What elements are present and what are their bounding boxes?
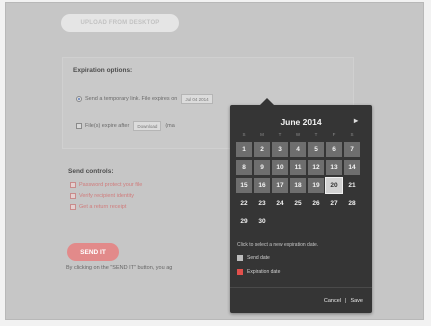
app-window: UPLOAD FROM DESKTOP Expiration options: … — [5, 2, 424, 320]
calendar-day[interactable]: 8 — [236, 160, 252, 175]
weekday-label: M — [260, 132, 264, 137]
expire-after-suffix: (ma — [165, 123, 175, 129]
return-receipt-option[interactable]: Get a return receipt — [70, 204, 126, 210]
cancel-button[interactable]: Cancel — [324, 298, 341, 304]
verify-identity-option[interactable]: Verify recipient identity — [70, 193, 134, 199]
temporary-link-option[interactable]: Send a temporary link. File expires on J… — [76, 94, 213, 104]
calendar-day[interactable]: 16 — [254, 178, 270, 193]
calendar-day[interactable]: 5 — [308, 142, 324, 157]
calendar-day[interactable]: 29 — [236, 214, 252, 229]
weekday-label: T — [278, 132, 282, 137]
download-count-select[interactable]: Download — [133, 121, 162, 131]
picker-footer: Cancel | Save — [324, 298, 363, 304]
calendar-day[interactable]: 20 — [325, 177, 343, 194]
weekday-label: T — [314, 132, 318, 137]
picker-divider — [230, 287, 372, 288]
calendar-day[interactable]: 26 — [308, 196, 324, 211]
picker-helper-text: Click to select a new expiration date. — [237, 242, 319, 248]
calendar-day[interactable]: 24 — [272, 196, 288, 211]
password-protect-label: Password protect your file — [79, 182, 143, 188]
return-receipt-label: Get a return receipt — [79, 204, 127, 210]
calendar-day[interactable]: 19 — [308, 178, 324, 193]
expire-after-label: File(s) expire after — [85, 123, 130, 129]
temporary-link-label: Send a temporary link. File expires on — [85, 96, 178, 102]
calendar-day[interactable]: 18 — [290, 178, 306, 193]
calendar-month-title: June 2014 — [280, 117, 322, 127]
weekday-label: S — [350, 132, 354, 137]
calendar-day[interactable]: 14 — [344, 160, 360, 175]
return-receipt-checkbox[interactable] — [70, 204, 76, 210]
calendar-day[interactable]: 17 — [272, 178, 288, 193]
weekday-label: S — [242, 132, 246, 137]
legend-expiration-date: Expiration date — [237, 269, 280, 275]
calendar-day[interactable]: 21 — [344, 178, 360, 193]
upload-from-desktop-button[interactable]: UPLOAD FROM DESKTOP — [61, 14, 179, 32]
calendar-day[interactable]: 1 — [236, 142, 252, 157]
password-protect-checkbox[interactable] — [70, 182, 76, 188]
expire-after-checkbox[interactable] — [76, 123, 82, 129]
calendar-day[interactable]: 4 — [290, 142, 306, 157]
calendar-day[interactable]: 10 — [272, 160, 288, 175]
legend-send-date: Send date — [237, 255, 270, 261]
save-button[interactable]: Save — [350, 298, 363, 304]
verify-identity-checkbox[interactable] — [70, 193, 76, 199]
send-date-swatch — [237, 255, 243, 261]
calendar-day[interactable]: 9 — [254, 160, 270, 175]
calendar-day[interactable]: 11 — [290, 160, 306, 175]
calendar-day[interactable]: 13 — [326, 160, 342, 175]
calendar-day[interactable]: 12 — [308, 160, 324, 175]
legend-expiration-date-label: Expiration date — [247, 269, 281, 275]
weekday-label: W — [295, 132, 301, 137]
calendar-day[interactable]: 2 — [254, 142, 270, 157]
legend-send-date-label: Send date — [247, 255, 270, 261]
send-controls-title: Send controls: — [68, 168, 114, 175]
expiration-date-swatch — [237, 269, 243, 275]
calendar-day[interactable]: 28 — [344, 196, 360, 211]
verify-identity-label: Verify recipient identity — [79, 193, 135, 199]
calendar-day[interactable]: 25 — [290, 196, 306, 211]
calendar-day[interactable]: 22 — [236, 196, 252, 211]
weekday-header: S M T W T F S — [236, 132, 362, 137]
calendar-day[interactable]: 27 — [326, 196, 342, 211]
footer-separator: | — [345, 298, 347, 304]
calendar-day[interactable]: 7 — [344, 142, 360, 157]
expire-after-option[interactable]: File(s) expire after Download (ma — [76, 121, 175, 131]
calendar-day[interactable]: 23 — [254, 196, 270, 211]
calendar-day[interactable]: 30 — [254, 214, 270, 229]
terms-disclaimer: By clicking on the "SEND IT" button, you… — [66, 265, 173, 271]
next-month-arrow-icon[interactable]: ▸ — [354, 116, 358, 125]
calendar-day[interactable]: 15 — [236, 178, 252, 193]
send-it-button[interactable]: SEND IT — [67, 243, 119, 261]
date-picker-popup: June 2014 ▸ S M T W T F S 1 2 3 4 5 6 7 8 9 10 11 1… — [230, 98, 372, 313]
calendar-day[interactable]: 6 — [326, 142, 342, 157]
weekday-label: F — [332, 132, 336, 137]
calendar-day[interactable]: 3 — [272, 142, 288, 157]
expiration-options-title: Expiration options: — [73, 67, 133, 74]
password-protect-option[interactable]: Password protect your file — [70, 182, 142, 188]
temporary-link-radio[interactable] — [76, 96, 82, 102]
expiration-date-field[interactable]: Jul 04 2014 — [181, 94, 213, 104]
